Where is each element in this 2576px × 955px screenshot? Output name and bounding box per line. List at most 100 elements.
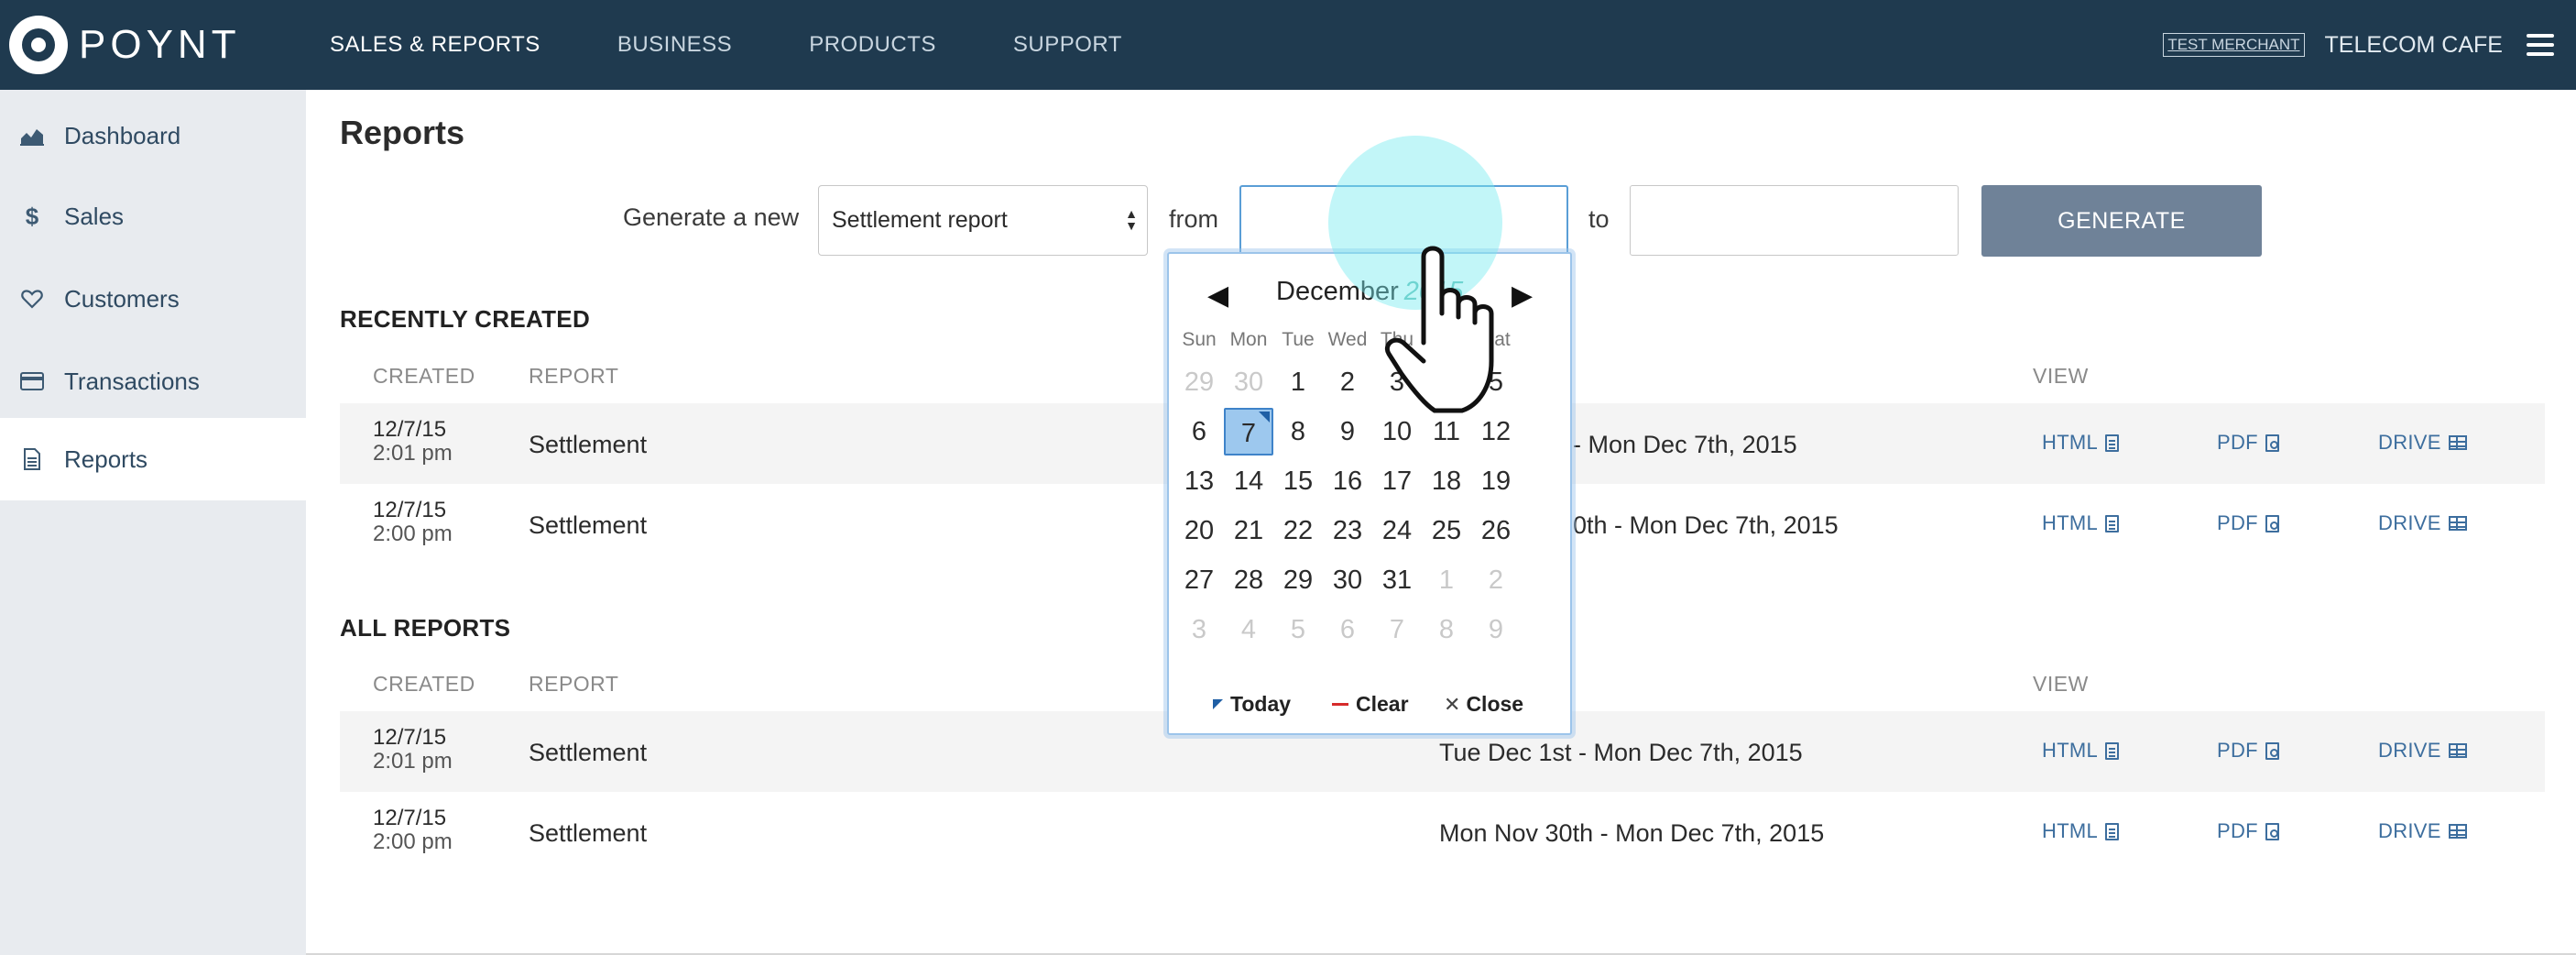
calendar-day[interactable]: 16 — [1323, 457, 1372, 505]
created-cell: 12/7/15 2:00 pm — [373, 499, 453, 546]
html-link[interactable]: HTML — [2042, 511, 2120, 535]
drive-link[interactable]: DRIVE — [2378, 819, 2467, 843]
calendar-day[interactable]: 5 — [1273, 606, 1323, 653]
drive-link[interactable]: DRIVE — [2378, 511, 2467, 535]
calendar-day[interactable]: 6 — [1323, 606, 1372, 653]
weekday-label: Tue — [1282, 329, 1315, 350]
minus-icon — [1332, 703, 1348, 706]
nav-products[interactable]: PRODUCTS — [809, 32, 936, 58]
spreadsheet-icon — [2448, 435, 2467, 450]
menu-icon[interactable] — [2527, 34, 2554, 56]
calendar-day[interactable]: 26 — [1471, 507, 1521, 554]
calendar-day[interactable]: 7 — [1372, 606, 1422, 653]
report-cell: Settlement — [529, 739, 648, 766]
generate-button[interactable]: GENERATE — [1981, 185, 2262, 257]
sidebar-item-customers[interactable]: Customers — [0, 258, 306, 339]
col-created: CREATED — [373, 364, 475, 388]
report-type-value: Settlement report — [832, 207, 1008, 233]
to-date-input[interactable] — [1630, 185, 1959, 256]
calendar-day[interactable]: 7 — [1224, 408, 1273, 456]
dollar-icon: $ — [25, 202, 39, 230]
html-link[interactable]: HTML — [2042, 819, 2120, 843]
calendar-day[interactable]: 9 — [1471, 606, 1521, 653]
report-cell: Settlement — [529, 819, 648, 847]
calendar-day[interactable]: 13 — [1174, 457, 1224, 505]
calendar-day[interactable]: 29 — [1273, 556, 1323, 604]
created-cell: 12/7/15 2:01 pm — [373, 726, 453, 774]
drive-link[interactable]: DRIVE — [2378, 431, 2467, 455]
calendar-day[interactable]: 21 — [1224, 507, 1273, 554]
calendar-day[interactable]: 25 — [1422, 507, 1471, 554]
sidebar-item-dashboard[interactable]: Dashboard — [0, 95, 306, 176]
calendar-day[interactable]: 19 — [1471, 457, 1521, 505]
created-time: 2:00 pm — [373, 521, 453, 546]
select-arrows-icon: ▲ ▼ — [1125, 206, 1138, 233]
pdf-icon — [2265, 434, 2279, 452]
html-link[interactable]: HTML — [2042, 739, 2120, 763]
pdf-link[interactable]: PDF — [2217, 431, 2279, 455]
pdf-icon — [2265, 822, 2279, 840]
drive-link[interactable]: DRIVE — [2378, 739, 2467, 763]
sidebar-item-transactions[interactable]: Transactions — [0, 341, 306, 422]
test-merchant-badge[interactable]: TEST MERCHANT — [2163, 33, 2305, 57]
calendar-day[interactable]: 27 — [1174, 556, 1224, 604]
report-cell: Settlement — [529, 511, 648, 539]
poynt-logo[interactable]: POYNT — [9, 11, 241, 79]
page-title: Reports — [340, 114, 465, 151]
calendar-day[interactable]: 8 — [1422, 606, 1471, 653]
calendar-day[interactable]: 30 — [1323, 556, 1372, 604]
calendar-day[interactable]: 23 — [1323, 507, 1372, 554]
calendar-day[interactable]: 1 — [1273, 358, 1323, 406]
calendar-day[interactable]: 3 — [1174, 606, 1224, 653]
calendar-day[interactable]: 18 — [1422, 457, 1471, 505]
calendar-day[interactable]: 24 — [1372, 507, 1422, 554]
calendar-day[interactable]: 31 — [1372, 556, 1422, 604]
spreadsheet-icon — [2448, 516, 2467, 531]
hand-cursor-icon — [1385, 246, 1494, 413]
all-reports-title: ALL REPORTS — [340, 614, 511, 642]
pdf-icon — [2265, 514, 2279, 532]
range-cell: 0th - Mon Dec 7th, 2015 — [1573, 511, 1839, 539]
calendar-day[interactable]: 2 — [1471, 556, 1521, 604]
sidebar-item-label: Dashboard — [64, 121, 181, 149]
drive-label: DRIVE — [2378, 739, 2441, 762]
calendar-day[interactable]: 4 — [1224, 606, 1273, 653]
pdf-label: PDF — [2217, 511, 2258, 534]
calendar-day[interactable]: 9 — [1323, 408, 1372, 456]
nav-sales-reports[interactable]: SALES & REPORTS — [330, 32, 540, 58]
sidebar: Dashboard $ Sales Customers Transactions… — [0, 90, 306, 955]
sidebar-item-label: Reports — [64, 445, 148, 473]
calendar-day[interactable]: 30 — [1224, 358, 1273, 406]
drive-label: DRIVE — [2378, 511, 2441, 534]
pdf-label: PDF — [2217, 739, 2258, 762]
calendar-day[interactable]: 29 — [1174, 358, 1224, 406]
pdf-link[interactable]: PDF — [2217, 511, 2279, 535]
sidebar-item-sales[interactable]: $ Sales — [0, 176, 306, 257]
calendar-day[interactable]: 17 — [1372, 457, 1422, 505]
close-button[interactable]: ✕ Close — [1444, 692, 1523, 717]
calendar-day[interactable]: 14 — [1224, 457, 1273, 505]
calendar-day[interactable]: 22 — [1273, 507, 1323, 554]
html-label: HTML — [2042, 511, 2099, 534]
calendar-day[interactable]: 28 — [1224, 556, 1273, 604]
clear-button[interactable]: Clear — [1332, 692, 1409, 717]
calendar-day[interactable]: 20 — [1174, 507, 1224, 554]
calendar-day[interactable]: 15 — [1273, 457, 1323, 505]
table-row[interactable]: 12/7/15 2:00 pm Settlement Mon Nov 30th … — [340, 792, 2545, 873]
calendar-day[interactable]: 6 — [1174, 408, 1224, 456]
store-name[interactable]: TELECOM CAFE — [2325, 32, 2503, 59]
nav-support[interactable]: SUPPORT — [1013, 32, 1122, 58]
pdf-link[interactable]: PDF — [2217, 819, 2279, 843]
sidebar-item-reports[interactable]: Reports — [0, 418, 306, 500]
top-nav: SALES & REPORTS BUSINESS PRODUCTS SUPPOR… — [330, 0, 1199, 90]
report-type-select[interactable]: Settlement report ▲ ▼ — [818, 185, 1148, 256]
today-button[interactable]: Today — [1213, 692, 1291, 717]
nav-business[interactable]: BUSINESS — [617, 32, 732, 58]
poynt-logo-icon — [9, 16, 68, 74]
calendar-day[interactable]: 2 — [1323, 358, 1372, 406]
pdf-link[interactable]: PDF — [2217, 739, 2279, 763]
calendar-day[interactable]: 1 — [1422, 556, 1471, 604]
calendar-day[interactable]: 8 — [1273, 408, 1323, 456]
prev-month-icon[interactable]: ◀ — [1207, 280, 1228, 312]
html-link[interactable]: HTML — [2042, 431, 2120, 455]
